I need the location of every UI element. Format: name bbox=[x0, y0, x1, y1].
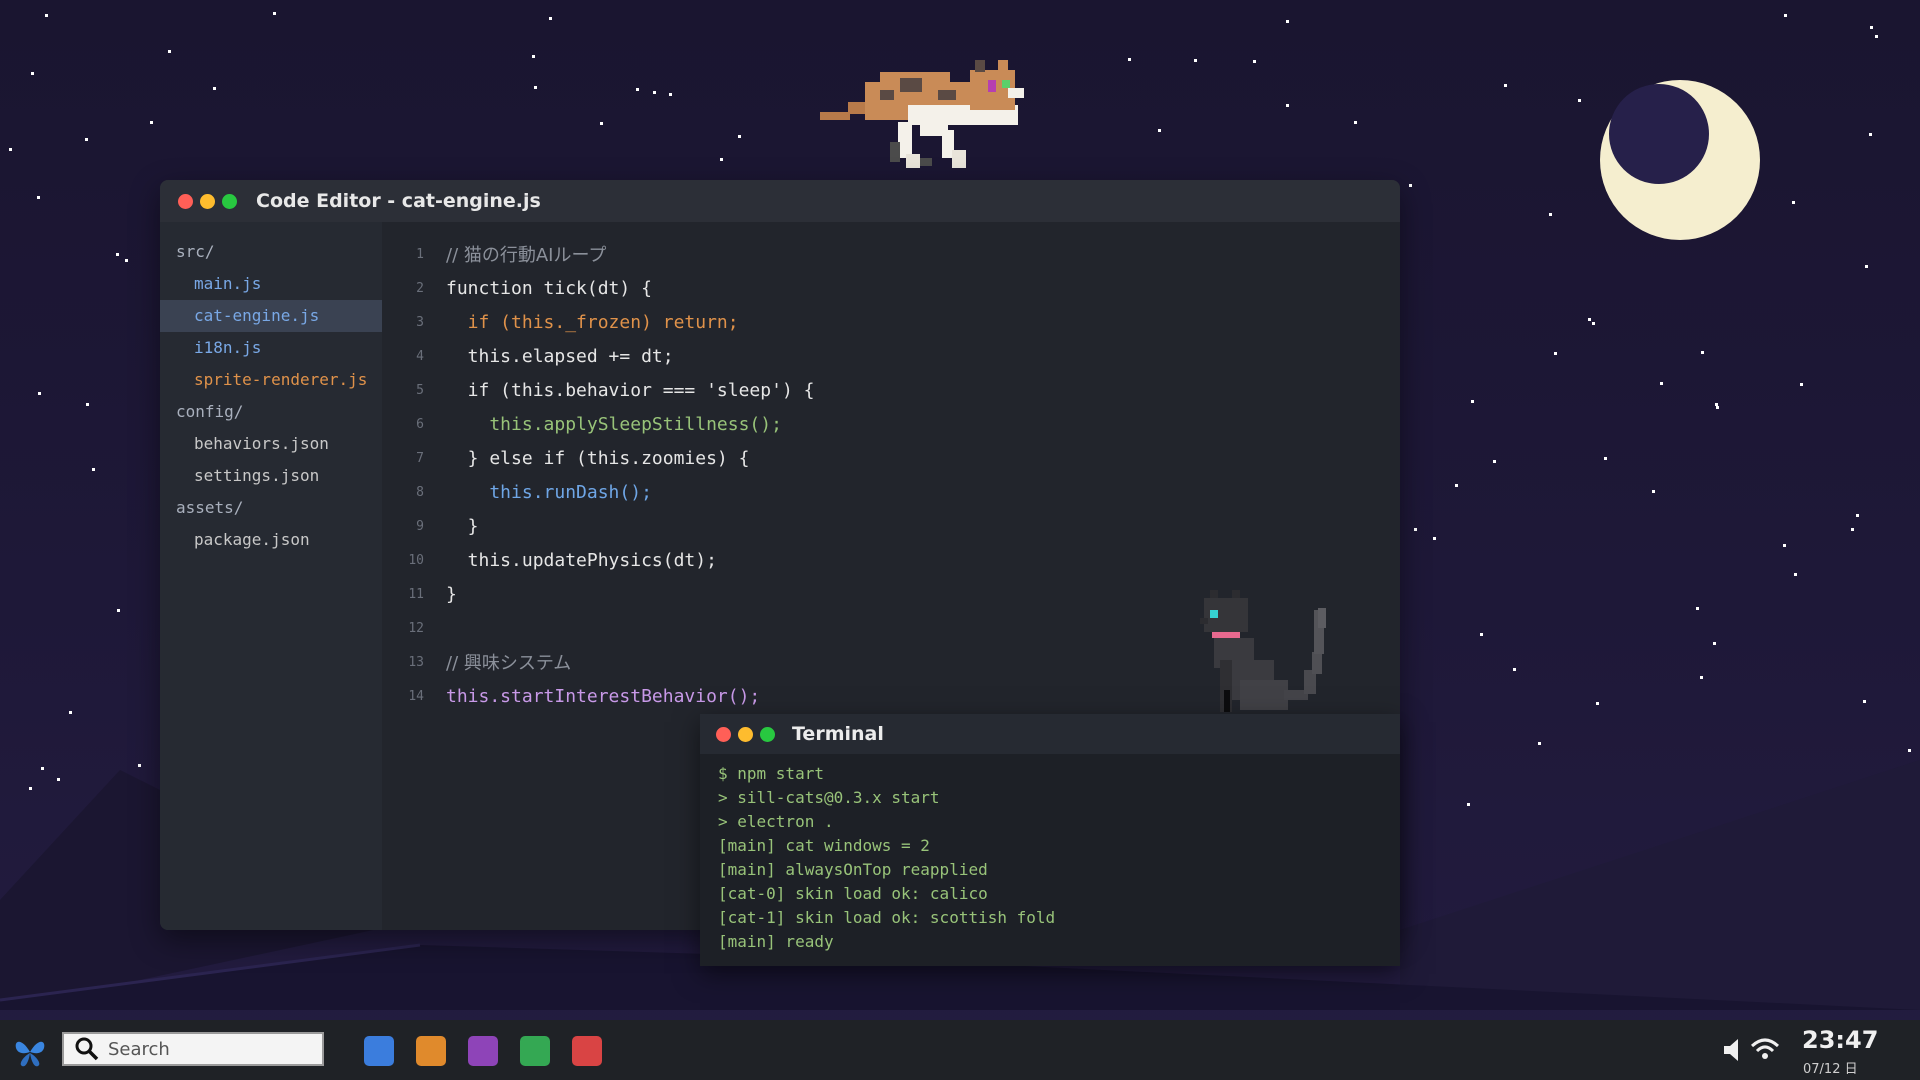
line-number: 5 bbox=[416, 382, 424, 398]
line-number: 8 bbox=[416, 484, 424, 500]
orange-app-icon[interactable] bbox=[416, 1036, 446, 1066]
code-line: 7 } else if (this.zoomies) { bbox=[382, 441, 1400, 475]
black-cat-sprite[interactable] bbox=[1190, 580, 1350, 720]
line-number: 9 bbox=[416, 518, 424, 534]
terminal-line: > sill-cats@0.3.x start bbox=[718, 788, 940, 807]
terminal-line: [cat-1] skin load ok: scottish fold bbox=[718, 908, 1056, 927]
line-number: 6 bbox=[416, 416, 424, 432]
code-line: 9 } bbox=[382, 509, 1400, 543]
line-number: 2 bbox=[416, 280, 424, 296]
blue-app-icon[interactable] bbox=[364, 1036, 394, 1066]
code-text[interactable]: this.startInterestBehavior(); bbox=[446, 686, 760, 707]
code-text[interactable]: // 興味システム bbox=[446, 649, 571, 675]
terminal-line: [main] alwaysOnTop reapplied bbox=[718, 860, 988, 879]
terminal-line: [main] cat windows = 2 bbox=[718, 836, 930, 855]
code-line: 4 this.elapsed += dt; bbox=[382, 339, 1400, 373]
terminal-maximize-button[interactable] bbox=[760, 726, 775, 742]
search-box[interactable] bbox=[62, 1032, 324, 1066]
wifi-icon[interactable] bbox=[1750, 1036, 1780, 1064]
minimize-button[interactable] bbox=[200, 193, 215, 209]
terminal-titlebar[interactable]: Terminal bbox=[700, 714, 1400, 754]
line-number: 14 bbox=[408, 688, 424, 704]
code-text[interactable]: // 猫の行動AIループ bbox=[446, 241, 606, 267]
code-text[interactable]: this.updatePhysics(dt); bbox=[446, 550, 717, 571]
file-settings-json[interactable]: settings.json bbox=[160, 460, 382, 492]
code-text[interactable]: this.elapsed += dt; bbox=[446, 346, 674, 367]
terminal-output[interactable]: $ npm start > sill-cats@0.3.x start > el… bbox=[700, 754, 1400, 954]
folder-assets[interactable]: assets/ bbox=[160, 492, 382, 524]
line-number: 13 bbox=[408, 654, 424, 670]
line-number: 11 bbox=[408, 586, 424, 602]
calico-cat-sprite[interactable] bbox=[820, 50, 1060, 180]
line-number: 3 bbox=[416, 314, 424, 330]
terminal-line: [cat-0] skin load ok: calico bbox=[718, 884, 988, 903]
line-number: 1 bbox=[416, 246, 424, 262]
file-main-js[interactable]: main.js bbox=[160, 268, 382, 300]
terminal-line: [main] ready bbox=[718, 932, 834, 951]
file-cat-engine-js[interactable]: cat-engine.js bbox=[160, 300, 382, 332]
file-behaviors-json[interactable]: behaviors.json bbox=[160, 428, 382, 460]
line-number: 12 bbox=[408, 620, 424, 636]
file-package-json[interactable]: package.json bbox=[160, 524, 382, 556]
start-menu-butterfly-icon[interactable] bbox=[12, 1034, 48, 1070]
terminal-title: Terminal bbox=[792, 723, 884, 745]
code-line: 8 this.runDash(); bbox=[382, 475, 1400, 509]
code-text[interactable]: this.runDash(); bbox=[446, 482, 652, 503]
purple-app-icon[interactable] bbox=[468, 1036, 498, 1066]
maximize-button[interactable] bbox=[222, 193, 237, 209]
folder-src[interactable]: src/ bbox=[160, 236, 382, 268]
code-line: 2 function tick(dt) { bbox=[382, 271, 1400, 305]
close-button[interactable] bbox=[178, 193, 193, 209]
editor-titlebar[interactable]: Code Editor - cat-engine.js bbox=[160, 180, 1400, 222]
terminal-line: > electron . bbox=[718, 812, 834, 831]
taskbar: 23:47 07/12 日 bbox=[0, 1020, 1920, 1080]
system-tray bbox=[1722, 1036, 1780, 1064]
code-text[interactable]: } bbox=[446, 584, 457, 605]
clock-date[interactable]: 07/12 日 bbox=[1803, 1058, 1858, 1077]
clock-time[interactable]: 23:47 bbox=[1802, 1026, 1878, 1054]
terminal-close-button[interactable] bbox=[716, 726, 731, 742]
code-text[interactable]: if (this.behavior === 'sleep') { bbox=[446, 380, 815, 401]
code-line: 6 this.applySleepStillness(); bbox=[382, 407, 1400, 441]
search-icon bbox=[75, 1037, 99, 1061]
file-i18n-js[interactable]: i18n.js bbox=[160, 332, 382, 364]
folder-config[interactable]: config/ bbox=[160, 396, 382, 428]
file-sprite-renderer-js[interactable]: sprite-renderer.js bbox=[160, 364, 382, 396]
code-text[interactable]: } else if (this.zoomies) { bbox=[446, 448, 750, 469]
terminal-line: $ npm start bbox=[718, 764, 824, 783]
search-input[interactable] bbox=[106, 1037, 310, 1061]
volume-icon[interactable] bbox=[1722, 1036, 1746, 1064]
code-line: 1 // 猫の行動AIループ bbox=[382, 237, 1400, 271]
code-text[interactable]: function tick(dt) { bbox=[446, 278, 652, 299]
file-explorer: src/ main.js cat-engine.js i18n.js sprit… bbox=[160, 222, 382, 930]
code-line: 5 if (this.behavior === 'sleep') { bbox=[382, 373, 1400, 407]
line-number: 4 bbox=[416, 348, 424, 364]
green-app-icon[interactable] bbox=[520, 1036, 550, 1066]
code-text[interactable]: } bbox=[446, 516, 479, 537]
code-line: 3 if (this._frozen) return; bbox=[382, 305, 1400, 339]
code-text[interactable]: if (this._frozen) return; bbox=[446, 312, 739, 333]
moon-shadow bbox=[1609, 84, 1709, 184]
code-text[interactable]: this.applySleepStillness(); bbox=[446, 414, 782, 435]
terminal-window[interactable]: Terminal $ npm start > sill-cats@0.3.x s… bbox=[700, 714, 1400, 966]
editor-title: Code Editor - cat-engine.js bbox=[256, 190, 541, 212]
line-number: 10 bbox=[408, 552, 424, 568]
code-line: 10 this.updatePhysics(dt); bbox=[382, 543, 1400, 577]
red-app-icon[interactable] bbox=[572, 1036, 602, 1066]
line-number: 7 bbox=[416, 450, 424, 466]
terminal-minimize-button[interactable] bbox=[738, 726, 753, 742]
